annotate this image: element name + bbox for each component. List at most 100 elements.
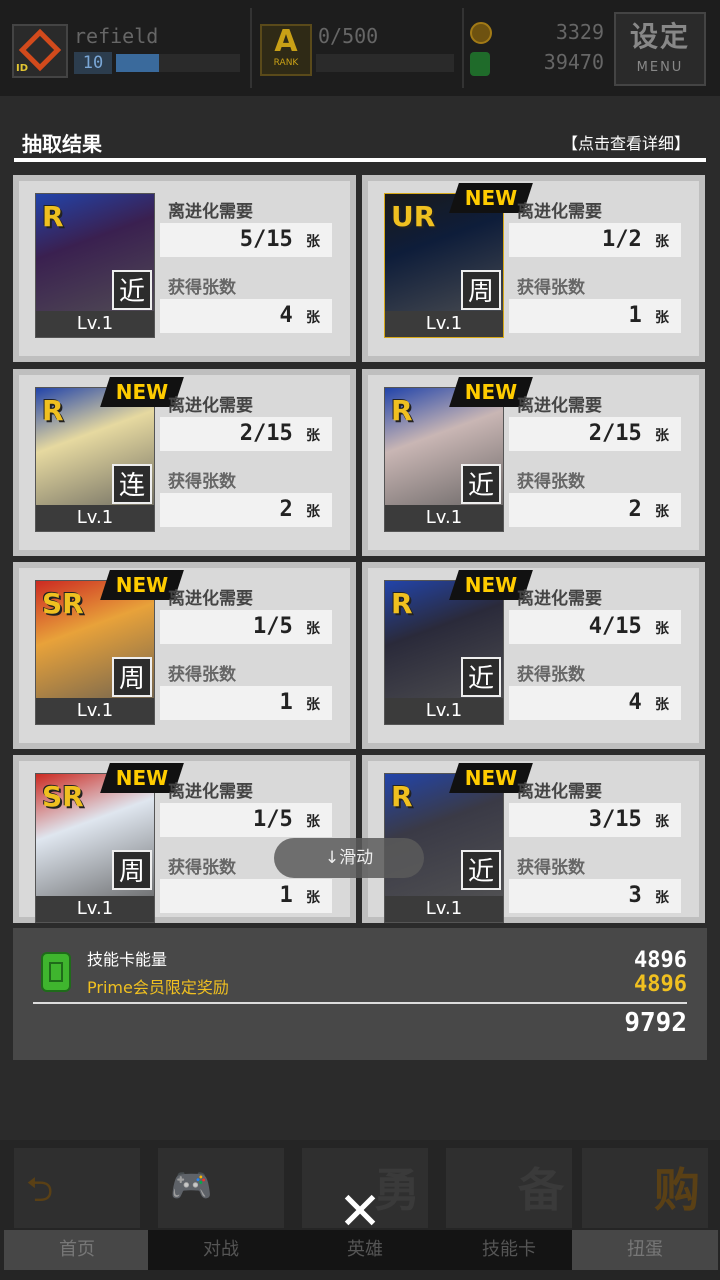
close-icon[interactable]: ✕ xyxy=(334,1186,386,1238)
obtained-label: 获得张数 xyxy=(168,858,236,878)
nav-gacha[interactable]: 购 扭蛋 xyxy=(572,1144,718,1274)
evolve-need-label: 离进化需要 xyxy=(168,589,253,609)
skill-card-result[interactable]: R 近 Lv.1 NEW 离进化需要 3/15 张 获得张数 3 张 xyxy=(362,755,705,923)
home-glyph: ⮌ xyxy=(26,1170,54,1210)
unit-label: 张 xyxy=(306,621,320,637)
rank-progress-bar xyxy=(316,54,454,72)
card-thumbnail: R 近 Lv.1 xyxy=(384,580,504,725)
evolve-need-total: /15 xyxy=(602,807,642,832)
obtained-box: 1 张 xyxy=(160,686,332,720)
rank-points: 0/500 xyxy=(318,24,379,48)
evolve-need-count: 1 xyxy=(602,227,616,252)
energy-total-value: 9792 xyxy=(624,1008,687,1038)
evolve-need-count: 1 xyxy=(253,807,267,832)
obtained-count: 4 xyxy=(279,303,293,328)
gamepad-icon: 🎮 xyxy=(158,1148,284,1228)
obtained-count: 1 xyxy=(279,690,293,715)
evolve-need-box: 2/15 张 xyxy=(509,417,681,451)
obtained-label: 获得张数 xyxy=(517,278,585,298)
unit-label: 张 xyxy=(306,504,320,520)
obtained-count: 3 xyxy=(628,883,642,908)
card-thumbnail: SR 周 Lv.1 xyxy=(35,580,155,725)
menu-button[interactable]: 设定 MENU xyxy=(614,12,706,86)
skill-card-result[interactable]: UR 周 Lv.1 NEW 离进化需要 1/2 张 获得张数 1 张 xyxy=(362,175,705,362)
evolve-need-box: 1/2 张 xyxy=(509,223,681,257)
xp-bar-fill xyxy=(116,54,160,72)
skill-card-result[interactable]: R 近 Lv.1 NEW 离进化需要 4/15 张 获得张数 4 张 xyxy=(362,562,705,749)
skill-card-glyph: 备 xyxy=(518,1163,564,1217)
obtained-label: 获得张数 xyxy=(517,858,585,878)
card-level: Lv.1 xyxy=(36,896,154,922)
evolve-need-count: 3 xyxy=(588,807,602,832)
player-avatar[interactable]: ID xyxy=(12,24,68,78)
nav-home[interactable]: ⮌ 首页 xyxy=(4,1144,150,1274)
attack-type-badge: 周 xyxy=(461,270,501,310)
energy-label: 技能卡能量 xyxy=(87,950,168,969)
card-thumbnail: R 近 Lv.1 xyxy=(384,387,504,532)
skill-card-result[interactable]: R 近 Lv.1 NEW 离进化需要 2/15 张 获得张数 2 张 xyxy=(362,369,705,556)
menu-label-en: MENU xyxy=(636,60,684,75)
obtained-count: 1 xyxy=(279,883,293,908)
evolve-need-count: 4 xyxy=(588,614,602,639)
energy-can-icon xyxy=(41,952,71,992)
summary-divider xyxy=(33,1002,687,1004)
nav-battle[interactable]: 🎮 对战 xyxy=(148,1144,294,1274)
evolve-need-count: 1 xyxy=(253,614,267,639)
unit-label: 张 xyxy=(655,310,669,326)
coin-icon xyxy=(470,22,492,44)
card-level: Lv.1 xyxy=(385,698,503,724)
card-level: Lv.1 xyxy=(36,505,154,531)
obtained-label: 获得张数 xyxy=(168,278,236,298)
evolve-need-box: 1/5 张 xyxy=(160,610,332,644)
obtained-count: 1 xyxy=(628,303,642,328)
evolve-need-box: 3/15 张 xyxy=(509,803,681,837)
evolve-need-label: 离进化需要 xyxy=(517,782,602,802)
rarity-badge: R xyxy=(391,587,413,620)
obtained-count: 2 xyxy=(628,497,642,522)
card-thumbnail: R 连 Lv.1 xyxy=(35,387,155,532)
card-level: Lv.1 xyxy=(36,698,154,724)
nav-skill-card[interactable]: 备 技能卡 xyxy=(436,1144,582,1274)
unit-label: 张 xyxy=(655,428,669,444)
rank-letter: A xyxy=(274,24,298,59)
evolve-need-count: 2 xyxy=(239,421,253,446)
xp-bar xyxy=(116,54,240,72)
divider xyxy=(462,8,464,88)
home-icon: ⮌ xyxy=(14,1148,140,1228)
skill-card-result[interactable]: SR 周 Lv.1 NEW 离进化需要 1/5 张 获得张数 1 张 xyxy=(13,562,356,749)
evolve-need-count: 2 xyxy=(588,421,602,446)
scroll-hint: ↓滑动 xyxy=(274,838,424,878)
player-level: 10 xyxy=(74,52,112,74)
card-thumbnail: UR 周 Lv.1 xyxy=(384,193,504,338)
rank-label: RANK xyxy=(273,58,299,68)
skill-card-result[interactable]: R 连 Lv.1 NEW 离进化需要 2/15 张 获得张数 2 张 xyxy=(13,369,356,556)
evolve-need-total: /15 xyxy=(602,614,642,639)
evolve-need-label: 离进化需要 xyxy=(517,589,602,609)
nav-skill-card-label: 技能卡 xyxy=(436,1230,582,1270)
rarity-badge: R xyxy=(391,394,413,427)
energy-summary-panel: 技能卡能量 Prime会员限定奖励 4896 4896 9792 xyxy=(13,928,707,1060)
evolve-need-total: /15 xyxy=(602,421,642,446)
nav-gacha-label: 扭蛋 xyxy=(572,1230,718,1270)
unit-label: 张 xyxy=(655,504,669,520)
divider xyxy=(250,8,252,88)
menu-label-zh: 设定 xyxy=(629,20,690,53)
energy-can-icon xyxy=(470,52,490,76)
obtained-label: 获得张数 xyxy=(168,472,236,492)
skill-card-result[interactable]: R 近 Lv.1 离进化需要 5/15 张 获得张数 4 张 xyxy=(13,175,356,362)
obtained-box: 1 张 xyxy=(509,299,681,333)
rank-icon: A RANK xyxy=(260,24,312,76)
unit-label: 张 xyxy=(306,697,320,713)
evolve-need-box: 4/15 张 xyxy=(509,610,681,644)
rarity-badge: R xyxy=(391,780,413,813)
attack-type-badge: 近 xyxy=(461,850,501,890)
unit-label: 张 xyxy=(655,234,669,250)
obtained-box: 3 张 xyxy=(509,879,681,913)
attack-type-badge: 近 xyxy=(112,270,152,310)
rarity-badge: SR xyxy=(42,780,84,813)
coin-count: 3329 xyxy=(555,20,604,44)
evolve-need-box: 2/15 张 xyxy=(160,417,332,451)
view-details-link[interactable]: 【点击查看详细】 xyxy=(562,130,690,154)
unit-label: 张 xyxy=(655,621,669,637)
attack-type-badge: 周 xyxy=(112,850,152,890)
